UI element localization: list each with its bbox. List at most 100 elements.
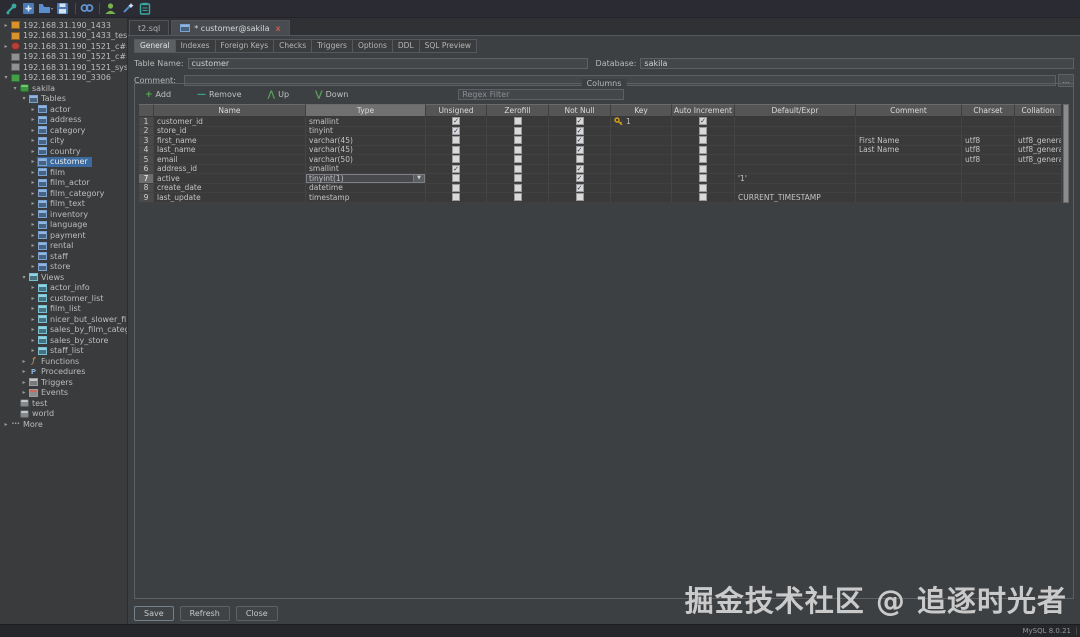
cell-type[interactable]: timestamp — [306, 193, 426, 203]
chevron-collapsed-icon[interactable]: ▸ — [2, 43, 10, 50]
cell-charset[interactable] — [962, 184, 1015, 194]
row-number[interactable]: 2 — [139, 127, 154, 137]
auto-increment-unchecked-checkbox[interactable] — [699, 193, 707, 201]
not-null-checked-checkbox[interactable]: ✓ — [576, 127, 584, 135]
cell-auto-increment[interactable] — [672, 184, 735, 194]
row-number[interactable]: 6 — [139, 165, 154, 175]
cell-name[interactable]: last_update — [154, 193, 306, 203]
cell-default-expr[interactable] — [735, 155, 856, 165]
tab-triggers[interactable]: Triggers — [312, 39, 353, 53]
column-header-auto-increment[interactable]: Auto Increment — [672, 104, 735, 117]
cell-auto-increment[interactable] — [672, 165, 735, 175]
row-number[interactable]: 8 — [139, 184, 154, 194]
open-icon[interactable] — [38, 2, 53, 16]
move-up-button[interactable]: ⋀ Up — [268, 90, 290, 100]
chevron-collapsed-icon[interactable]: ▸ — [29, 263, 37, 270]
cell-unsigned[interactable] — [426, 184, 487, 194]
sidebar-item-actor[interactable]: ▸actor — [0, 104, 127, 115]
column-header-default-expr[interactable]: Default/Expr — [735, 104, 856, 117]
cell-charset[interactable] — [962, 165, 1015, 175]
cell-comment[interactable] — [856, 193, 962, 203]
chevron-collapsed-icon[interactable]: ▸ — [29, 253, 37, 260]
cell-name[interactable]: customer_id — [154, 117, 306, 127]
tab-ddl[interactable]: DDL — [393, 39, 420, 53]
cell-not-null[interactable]: ✓ — [549, 117, 611, 127]
auto-increment-unchecked-checkbox[interactable] — [699, 136, 707, 144]
cell-key[interactable] — [611, 136, 672, 146]
zerofill-unchecked-checkbox[interactable] — [514, 155, 522, 163]
row-number[interactable]: 3 — [139, 136, 154, 146]
database-input[interactable] — [640, 58, 1074, 69]
cell-auto-increment[interactable] — [672, 174, 735, 184]
not-null-unchecked-checkbox[interactable] — [576, 155, 584, 163]
tab-options[interactable]: Options — [353, 39, 393, 53]
chevron-collapsed-icon[interactable]: ▸ — [2, 421, 10, 428]
column-header-collation[interactable]: Collation — [1015, 104, 1062, 117]
cell-zerofill[interactable] — [487, 193, 549, 203]
grid-vertical-scrollbar[interactable] — [1063, 104, 1069, 203]
cell-comment[interactable] — [856, 184, 962, 194]
sidebar-item-world[interactable]: world — [0, 409, 127, 420]
chevron-expanded-icon[interactable]: ▾ — [2, 74, 10, 81]
auto-increment-checked-checkbox[interactable]: ✓ — [699, 117, 707, 125]
cell-unsigned[interactable] — [426, 174, 487, 184]
cell-key[interactable] — [611, 146, 672, 156]
cell-key[interactable] — [611, 127, 672, 137]
not-null-checked-checkbox[interactable]: ✓ — [576, 136, 584, 144]
sidebar-item-film-list[interactable]: ▸film_list — [0, 304, 127, 315]
chevron-collapsed-icon[interactable]: ▸ — [20, 368, 28, 375]
tab-foreign-keys[interactable]: Foreign Keys — [216, 39, 275, 53]
chevron-collapsed-icon[interactable]: ▸ — [20, 389, 28, 396]
sidebar-item-customer-list[interactable]: ▸customer_list — [0, 293, 127, 304]
query-icon[interactable] — [120, 2, 135, 16]
sidebar-item-payment[interactable]: ▸payment — [0, 230, 127, 241]
cell-not-null[interactable]: ✓ — [549, 146, 611, 156]
cell-not-null[interactable]: ✓ — [549, 127, 611, 137]
not-null-checked-checkbox[interactable]: ✓ — [576, 165, 584, 173]
row-number[interactable]: 9 — [139, 193, 154, 203]
chevron-collapsed-icon[interactable]: ▸ — [29, 232, 37, 239]
cell-zerofill[interactable] — [487, 165, 549, 175]
cell-unsigned[interactable] — [426, 136, 487, 146]
type-editor[interactable]: tinyint(1)▼ — [306, 174, 425, 183]
cell-unsigned[interactable]: ✓ — [426, 117, 487, 127]
sidebar-item-city[interactable]: ▸city — [0, 136, 127, 147]
cell-comment[interactable] — [856, 174, 962, 184]
zerofill-unchecked-checkbox[interactable] — [514, 117, 522, 125]
cell-charset[interactable]: utf8 — [962, 136, 1015, 146]
chevron-collapsed-icon[interactable]: ▸ — [29, 316, 37, 323]
unsigned-unchecked-checkbox[interactable] — [452, 193, 460, 201]
sidebar-item-rental[interactable]: ▸rental — [0, 241, 127, 252]
sidebar-item-language[interactable]: ▸language — [0, 220, 127, 231]
cell-charset[interactable]: utf8 — [962, 146, 1015, 156]
cell-key[interactable] — [611, 174, 672, 184]
sidebar-item-192-168-31-190-1433[interactable]: ▸192.168.31.190_1433 — [0, 20, 127, 31]
unsigned-unchecked-checkbox[interactable] — [452, 184, 460, 192]
sidebar-item-192-168-31-190-1521-sys[interactable]: 192.168.31.190_1521_sys — [0, 62, 127, 73]
row-number[interactable]: 4 — [139, 146, 154, 156]
sidebar-item-test[interactable]: test — [0, 398, 127, 409]
cell-comment[interactable] — [856, 165, 962, 175]
chevron-expanded-icon[interactable]: ▾ — [20, 274, 28, 281]
tab-sql-preview[interactable]: SQL Preview — [420, 39, 477, 53]
chevron-collapsed-icon[interactable]: ▸ — [29, 284, 37, 291]
cell-key[interactable]: 1 — [611, 117, 672, 127]
cell-charset[interactable] — [962, 117, 1015, 127]
chevron-collapsed-icon[interactable]: ▸ — [20, 358, 28, 365]
unsigned-unchecked-checkbox[interactable] — [452, 155, 460, 163]
tab-checks[interactable]: Checks — [274, 39, 312, 53]
chevron-collapsed-icon[interactable]: ▸ — [29, 179, 37, 186]
sidebar-item-sales-by-store[interactable]: ▸sales_by_store — [0, 335, 127, 346]
cell-unsigned[interactable]: ✓ — [426, 127, 487, 137]
column-header-comment[interactable]: Comment — [856, 104, 962, 117]
sidebar-item-film-text[interactable]: ▸film_text — [0, 199, 127, 210]
cell-default-expr[interactable] — [735, 146, 856, 156]
cell-type[interactable]: tinyint(1)▼ — [306, 174, 426, 184]
not-null-checked-checkbox[interactable]: ✓ — [576, 146, 584, 154]
chevron-collapsed-icon[interactable]: ▸ — [29, 295, 37, 302]
sidebar-item-staff-list[interactable]: ▸staff_list — [0, 346, 127, 357]
sidebar-item-views[interactable]: ▾Views — [0, 272, 127, 283]
move-down-button[interactable]: ⋁ Down — [315, 90, 348, 100]
sidebar-item-functions[interactable]: ▸ƒFunctions — [0, 356, 127, 367]
connection-icon[interactable] — [4, 2, 19, 16]
